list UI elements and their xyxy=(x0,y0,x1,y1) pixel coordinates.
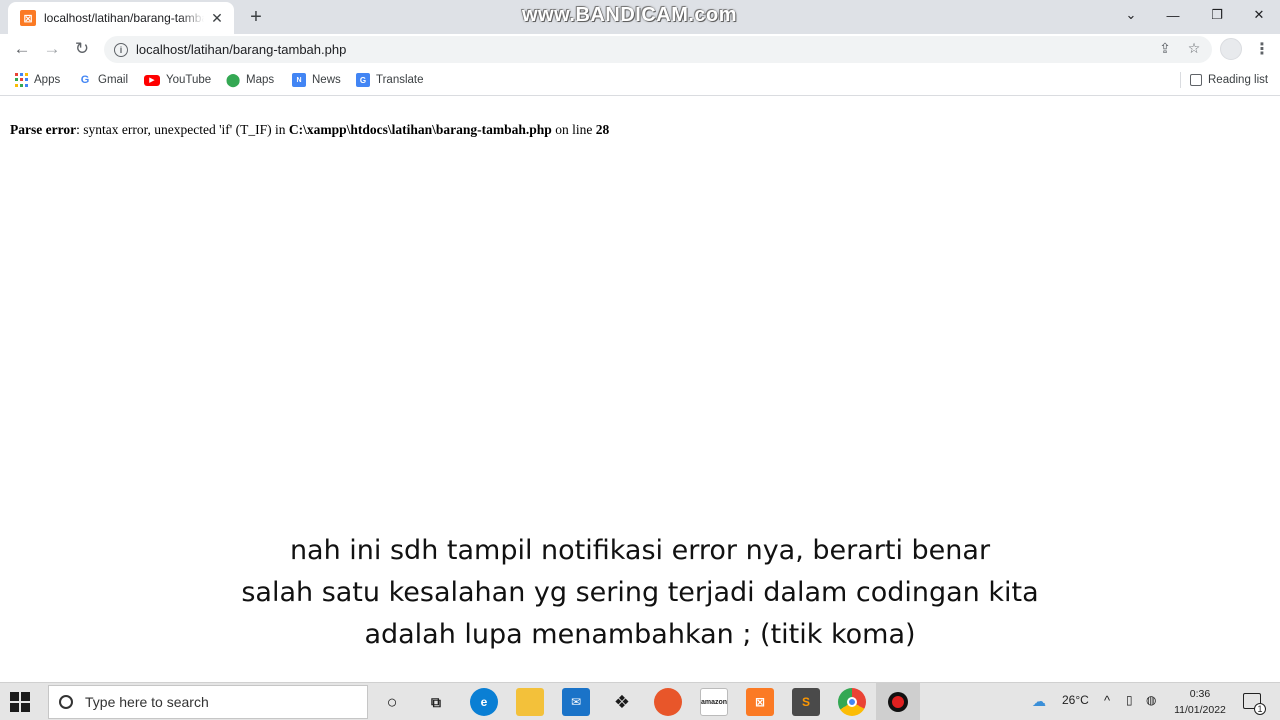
firefox-icon[interactable] xyxy=(654,688,682,716)
php-error-message: Parse error: syntax error, unexpected 'i… xyxy=(10,122,609,138)
windows-start-icon[interactable] xyxy=(10,692,30,712)
notification-count-badge: 1 xyxy=(1254,703,1266,715)
weather-temperature[interactable]: 26°C xyxy=(1062,693,1089,707)
windows-taskbar: Type here to search ○ ⧉ e ✉ ❖ amazon ⊠ S… xyxy=(0,682,1280,720)
bookmark-label: Translate xyxy=(376,74,424,86)
back-button[interactable]: ← xyxy=(10,37,34,61)
youtube-icon: ▶ xyxy=(144,74,160,86)
chrome-icon[interactable] xyxy=(838,688,866,716)
bandicam-watermark: www.BANDICAM.com xyxy=(522,4,738,26)
gmail-icon: G xyxy=(80,74,90,86)
xampp-icon[interactable]: ⊠ xyxy=(746,688,774,716)
edge-icon[interactable]: e xyxy=(470,688,498,716)
bookmark-label: Gmail xyxy=(98,74,129,86)
bookmarks-separator xyxy=(1180,72,1181,88)
tab-search-dropdown-icon[interactable]: ⌄ xyxy=(1110,0,1152,30)
dropbox-icon[interactable]: ❖ xyxy=(608,688,636,716)
close-window-button[interactable]: ✕ xyxy=(1238,0,1280,30)
minimize-button[interactable]: — xyxy=(1152,0,1194,30)
taskbar-search-box[interactable]: Type here to search xyxy=(48,685,368,719)
sublime-icon[interactable]: S xyxy=(792,688,820,716)
reading-list-button[interactable]: Reading list xyxy=(1190,70,1268,90)
new-tab-button[interactable]: + xyxy=(244,5,268,29)
search-icon xyxy=(59,695,73,709)
show-hidden-icons-chevron[interactable]: ^ xyxy=(1104,693,1110,708)
tab-title: localhost/latihan/barang-tambah.php xyxy=(44,11,204,25)
bookmark-label: Apps xyxy=(34,74,61,86)
bookmark-maps[interactable]: ⬤ Maps xyxy=(226,70,274,90)
bookmark-youtube[interactable]: ▶ YouTube xyxy=(144,70,211,90)
clock-date: 11/01/2022 xyxy=(1174,704,1226,716)
taskbar-clock[interactable]: 0:36 11/01/2022 xyxy=(1168,686,1232,718)
cortana-icon[interactable]: ○ xyxy=(378,688,406,716)
task-view-icon[interactable]: ⧉ xyxy=(422,688,450,716)
bookmark-label: YouTube xyxy=(166,74,212,86)
bookmark-translate[interactable]: G Translate xyxy=(356,70,424,90)
browser-toolbar: ← → ↻ i localhost/latihan/barang-tambah.… xyxy=(0,34,1280,64)
restore-button[interactable]: ❐ xyxy=(1196,0,1238,30)
mail-icon[interactable]: ✉ xyxy=(562,688,590,716)
bookmark-news[interactable]: N News xyxy=(292,70,341,90)
subtitle-line: adalah lupa menambahkan ; (titik koma) xyxy=(364,619,916,650)
subtitle-line: nah ini sdh tampil notifikasi error nya,… xyxy=(289,535,991,566)
reload-button[interactable]: ↻ xyxy=(70,37,94,61)
network-icon[interactable]: ◍ xyxy=(1146,693,1156,707)
bookmark-label: News xyxy=(312,74,341,86)
bookmark-label: Maps xyxy=(246,74,275,86)
xampp-icon: ⊠ xyxy=(20,10,36,26)
apps-grid-icon xyxy=(14,73,28,87)
file-explorer-icon[interactable] xyxy=(516,688,544,716)
video-subtitle: nah ini sdh tampil notifikasi error nya,… xyxy=(0,530,1280,656)
translate-icon: G xyxy=(356,73,370,87)
weather-icon[interactable]: ☁ xyxy=(1032,693,1046,710)
browser-tab[interactable]: ⊠ localhost/latihan/barang-tambah.php ✕ xyxy=(8,2,234,34)
error-text: : syntax error, unexpected 'if' (T_IF) i… xyxy=(76,122,289,137)
reading-list-label: Reading list xyxy=(1208,74,1269,86)
maps-icon: ⬤ xyxy=(225,72,241,87)
error-label: Parse error xyxy=(10,122,77,137)
clock-time: 0:36 xyxy=(1189,688,1211,700)
screen: ⊠ localhost/latihan/barang-tambah.php ✕ … xyxy=(0,0,1280,720)
profile-avatar[interactable] xyxy=(1220,38,1242,60)
bookmarks-bar: Apps G Gmail ▶ YouTube ⬤ Maps N News G T… xyxy=(0,64,1280,96)
address-bar[interactable]: i localhost/latihan/barang-tambah.php xyxy=(104,36,1212,63)
device-icon[interactable]: ▯ xyxy=(1126,693,1133,707)
news-icon: N xyxy=(292,73,306,87)
error-online-text: on line xyxy=(551,122,596,137)
tab-strip: ⊠ localhost/latihan/barang-tambah.php ✕ … xyxy=(0,0,1280,34)
subtitle-line: salah satu kesalahan yg sering terjadi d… xyxy=(241,577,1039,608)
bookmark-gmail[interactable]: G Gmail xyxy=(78,70,128,90)
close-tab-icon[interactable]: ✕ xyxy=(208,9,226,27)
bookmark-apps[interactable]: Apps xyxy=(14,70,60,90)
browser-menu-icon[interactable]: ⋮ xyxy=(1252,36,1272,62)
amazon-icon[interactable]: amazon xyxy=(700,688,728,716)
address-url[interactable]: localhost/latihan/barang-tambah.php xyxy=(136,42,346,57)
error-file-path: C:\xampp\htdocs\latihan\barang-tambah.ph… xyxy=(288,122,552,137)
error-line-number: 28 xyxy=(595,122,610,137)
forward-button[interactable]: → xyxy=(40,37,64,61)
search-placeholder: Type here to search xyxy=(85,694,209,710)
reading-list-icon xyxy=(1190,74,1202,86)
bandicam-record-icon[interactable] xyxy=(884,688,912,716)
share-icon[interactable]: ⇪ xyxy=(1154,36,1176,60)
site-info-icon[interactable]: i xyxy=(114,42,128,57)
bookmark-star-icon[interactable]: ☆ xyxy=(1183,36,1205,60)
page-content: Parse error: syntax error, unexpected 'i… xyxy=(0,97,1280,682)
